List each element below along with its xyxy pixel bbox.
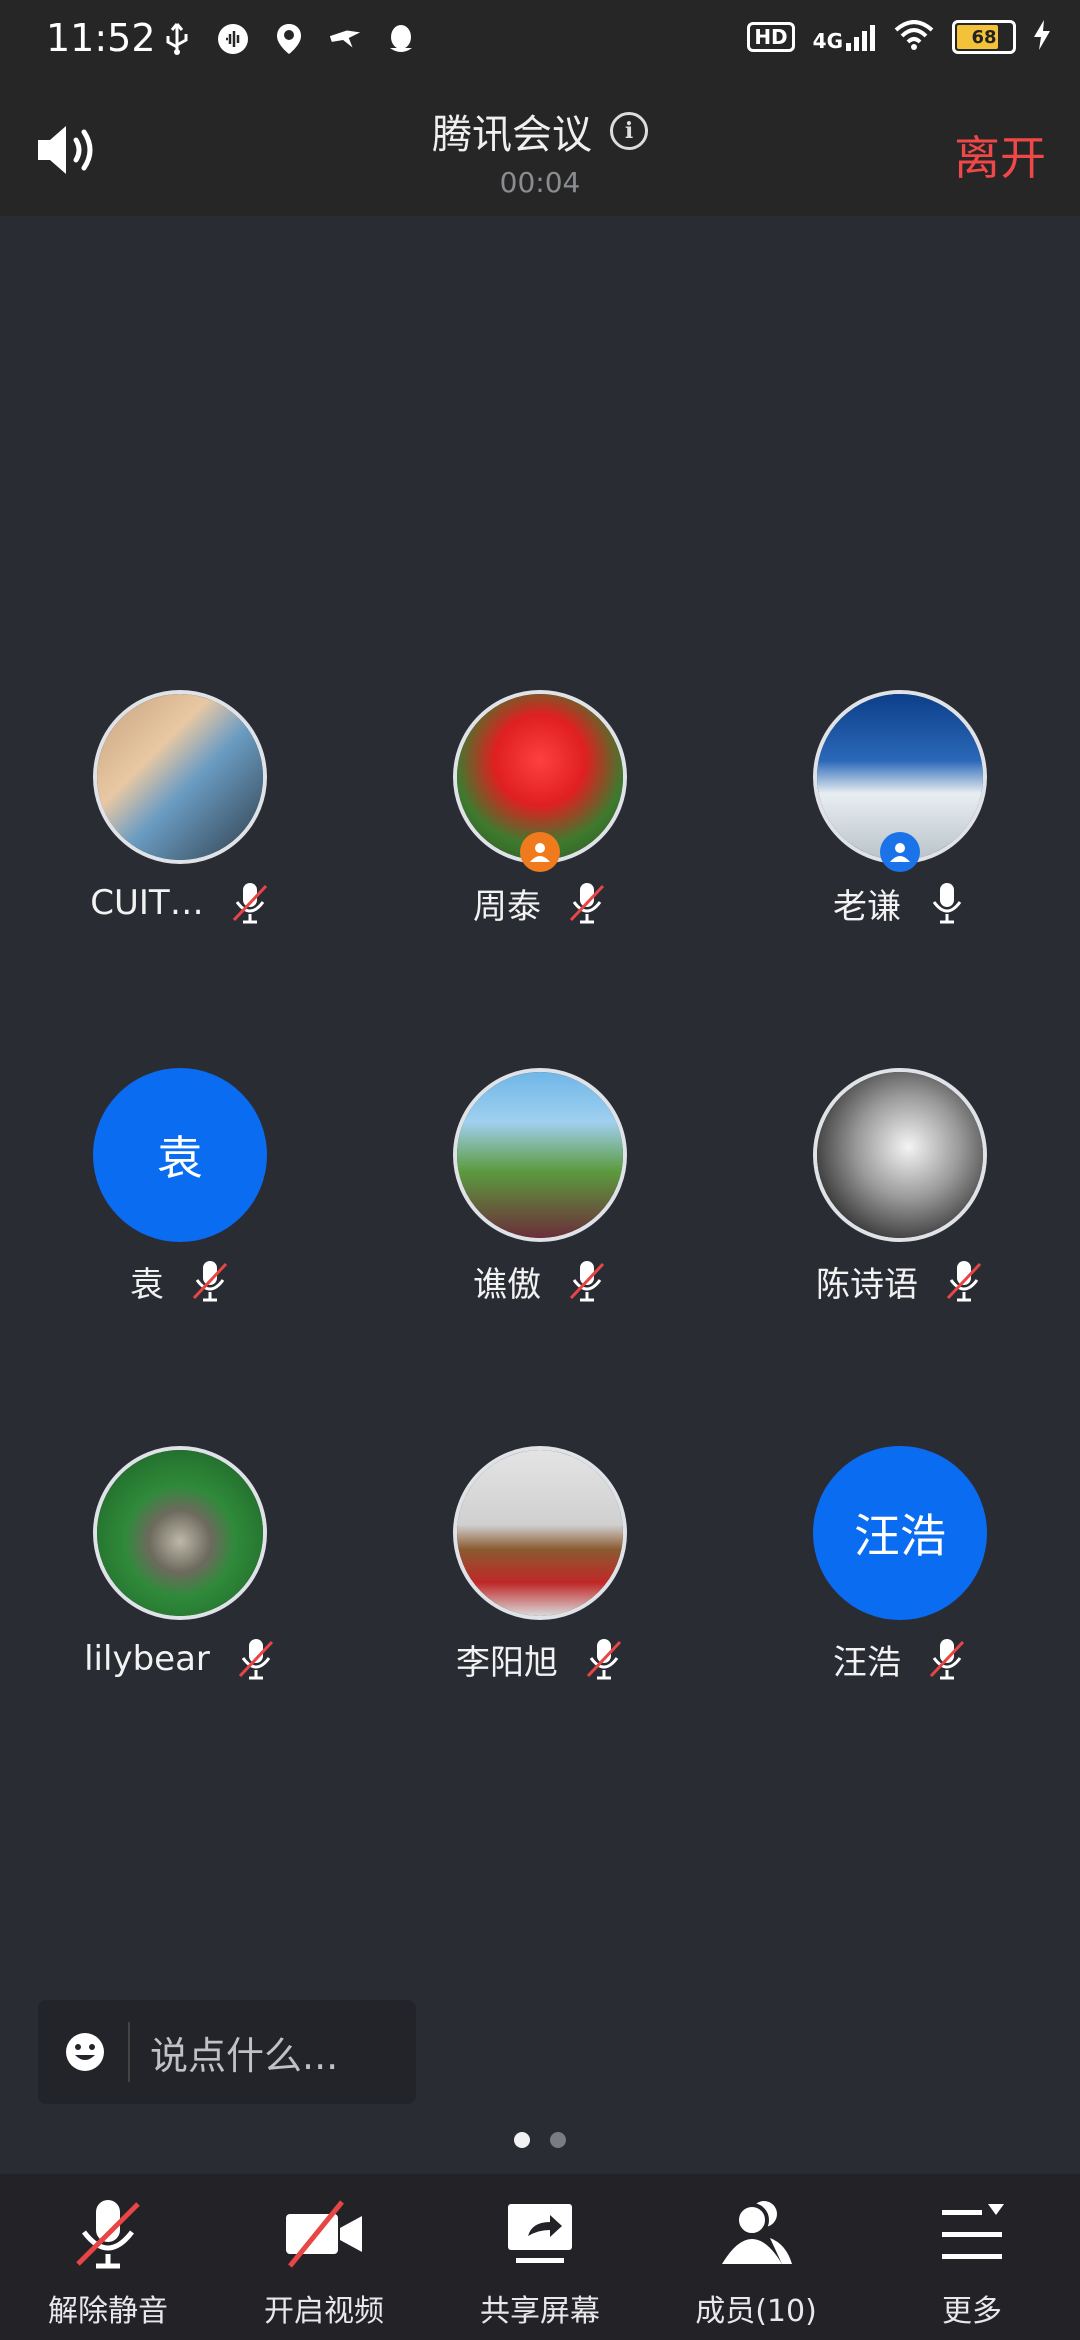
meeting-header: 腾讯会议 i 00:04 离开 [0,84,1080,216]
unmute-button[interactable]: 解除静音 [0,2174,216,2340]
avatar [453,1446,627,1620]
participant-tile[interactable]: 老谦 [720,690,1080,928]
meeting-timer: 00:04 [499,166,581,199]
participant-tile[interactable]: 陈诗语 [720,1068,1080,1306]
status-time: 11:52 [46,16,156,60]
participant-name: 陈诗语 [816,1264,918,1305]
start-video-button[interactable]: 开启视频 [216,2174,432,2340]
avatar [453,690,627,872]
mic-muted-icon [192,1261,228,1302]
avatar: 汪浩 [813,1446,987,1620]
mic-muted-icon [946,1261,982,1302]
cohost-badge-icon [880,832,920,872]
info-icon[interactable]: i [610,112,648,150]
drone-app-icon [328,22,362,56]
leave-button[interactable]: 离开 [954,122,1046,188]
participant-name: 李阳旭 [456,1642,558,1683]
participant-name: 袁 [130,1264,164,1305]
hd-icon: HD [747,22,795,52]
divider [128,2022,130,2082]
more-button[interactable]: 更多 [864,2174,1080,2340]
participant-tile[interactable]: 周泰 [360,690,720,928]
chat-placeholder: 说点什么... [150,2033,339,2078]
qq-icon [384,22,418,56]
members-icon [722,2201,792,2264]
avatar [813,690,987,872]
bottom-toolbar: 解除静音 开启视频 共享屏幕 成员(10) 更多 [0,2174,1080,2340]
participant-name: 谯傲 [473,1264,541,1305]
menu-icon [942,2204,1004,2259]
mic-icon [932,883,962,924]
share-screen-icon [508,2204,572,2263]
mic-muted-icon [929,1639,965,1680]
participant-name: 老谦 [833,886,901,927]
emoji-icon[interactable] [64,2031,106,2073]
participant-name: 周泰 [473,886,541,927]
charging-icon [1034,20,1050,54]
participant-name: lilybear [84,1639,210,1679]
members-button[interactable]: 成员(10) [648,2174,864,2340]
participant-tile[interactable]: 李阳旭 [360,1446,720,1684]
usb-icon [160,22,194,56]
avatar [453,1068,627,1242]
avatar: 袁 [93,1068,267,1242]
page-dot-1[interactable] [514,2132,530,2148]
avatar [93,690,267,864]
share-screen-button[interactable]: 共享屏幕 [432,2174,648,2340]
participant-name: CUIT… [90,883,204,923]
mic-muted-icon [569,883,605,924]
voice-app-icon [216,22,250,56]
location-icon [272,22,306,56]
participant-tile[interactable]: lilybear [0,1446,360,1684]
status-bar: 11:52 HD 4G 68 [0,0,1080,84]
battery-icon: 68 [952,20,1016,54]
page-indicator [0,2132,1080,2148]
participant-name: 汪浩 [833,1642,901,1683]
participant-tile[interactable]: CUIT… [0,690,360,928]
meeting-title[interactable]: 腾讯会议 [432,102,592,160]
participant-tile[interactable]: 谯傲 [360,1068,720,1306]
wifi-icon [894,20,934,54]
video-off-icon [286,2200,362,2268]
mic-muted-icon [238,1639,273,1680]
avatar [93,1446,267,1620]
participant-tile[interactable]: 袁 袁 [0,1068,360,1306]
mic-muted-icon [586,1639,622,1680]
cell-signal-icon: 4G [813,23,876,51]
mic-muted-icon [232,883,267,924]
page-dot-2[interactable] [550,2132,566,2148]
host-badge-icon [520,832,560,872]
mic-muted-icon [76,2200,140,2269]
avatar [813,1068,987,1242]
mic-muted-icon [569,1261,605,1302]
chat-input[interactable]: 说点什么... [38,2000,416,2104]
participant-tile[interactable]: 汪浩 汪浩 [720,1446,1080,1684]
